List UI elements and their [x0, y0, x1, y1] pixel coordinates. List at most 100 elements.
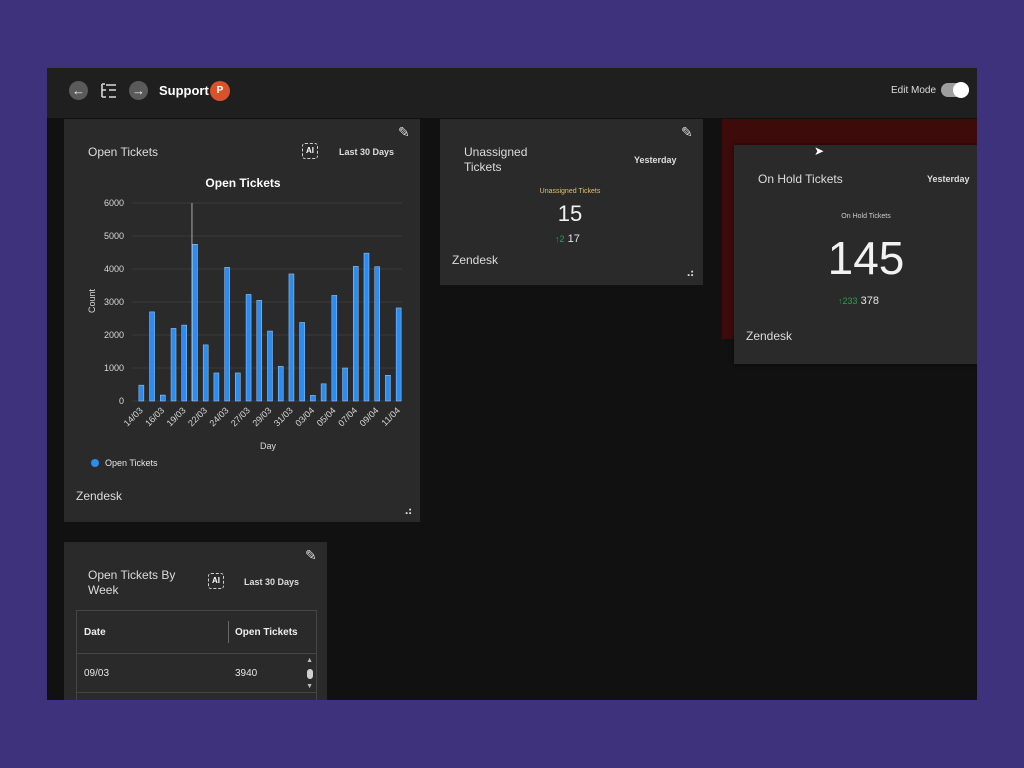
forward-button[interactable]: →: [129, 81, 148, 100]
metric-change: ↑233 378: [838, 295, 879, 307]
bar[interactable]: [342, 367, 348, 402]
row-divider: [77, 692, 316, 693]
bar[interactable]: [235, 372, 241, 402]
page-title: Support: [159, 83, 209, 98]
change-delta: 2: [559, 234, 565, 244]
edit-pencil-icon[interactable]: ✎: [681, 124, 693, 141]
open-tickets-by-week-card[interactable]: ✎ Open Tickets By Week AI Last 30 Days D…: [64, 542, 327, 700]
y-tick-label: 3000: [104, 297, 124, 307]
header-divider: [77, 653, 316, 654]
y-tick-label: 1000: [104, 363, 124, 373]
tree-view-button[interactable]: [99, 81, 119, 101]
bar[interactable]: [331, 295, 338, 402]
legend-label[interactable]: Open Tickets: [105, 458, 158, 468]
scroll-down-icon[interactable]: ▼: [306, 683, 313, 690]
y-axis-label: Count: [87, 289, 97, 314]
y-tick-label: 4000: [104, 264, 124, 274]
source-label: Zendesk: [76, 489, 123, 503]
x-tick-label: 31/03: [272, 405, 295, 428]
powerpoint-export-button[interactable]: P: [210, 81, 230, 101]
scrollbar-thumb[interactable]: [307, 669, 313, 679]
y-tick-label: 5000: [104, 231, 124, 241]
bar[interactable]: [363, 252, 370, 402]
bar[interactable]: [288, 273, 295, 402]
bar[interactable]: [320, 383, 327, 402]
x-axis-label: Day: [260, 441, 277, 451]
open-tickets-card[interactable]: ✎ Open Tickets AI Last 30 Days Open Tick…: [64, 119, 420, 522]
on-hold-tickets-card[interactable]: On Hold Tickets Yesterday On Hold Ticket…: [734, 145, 977, 364]
ai-icon[interactable]: AI: [208, 573, 224, 589]
resize-handle-icon[interactable]: ⠴: [404, 504, 413, 518]
date-range-label[interactable]: Yesterday: [927, 174, 970, 184]
x-tick-label: 22/03: [186, 405, 209, 428]
x-tick-label: 27/03: [229, 405, 252, 428]
bar[interactable]: [310, 395, 316, 402]
table-cell-date: 09/03: [84, 668, 110, 679]
bar[interactable]: [213, 372, 220, 402]
metric-caption: On Hold Tickets: [841, 213, 891, 220]
card-title: On Hold Tickets: [758, 172, 843, 186]
metric-value: 15: [557, 201, 583, 226]
bar[interactable]: [192, 244, 198, 402]
x-tick-label: 07/04: [336, 405, 359, 428]
column-header-open-tickets[interactable]: Open Tickets: [235, 627, 298, 638]
powerpoint-icon: P: [216, 85, 224, 96]
column-header-date[interactable]: Date: [84, 627, 106, 638]
bar[interactable]: [170, 328, 177, 402]
metric-caption: Unassigned Tickets: [539, 188, 601, 195]
unassigned-tickets-card[interactable]: ✎ Unassigned Tickets Yesterday Unassigne…: [440, 119, 703, 285]
bar[interactable]: [245, 294, 252, 402]
x-tick-label: 24/03: [208, 405, 231, 428]
bar[interactable]: [395, 307, 402, 402]
toggle-knob: [953, 82, 969, 98]
source-label: Zendesk: [746, 329, 793, 343]
y-tick-label: 2000: [104, 330, 124, 340]
x-tick-label: 29/03: [250, 405, 273, 428]
table-cell-count: 3940: [235, 668, 258, 679]
date-range-label[interactable]: Yesterday: [634, 155, 677, 165]
bar[interactable]: [138, 384, 145, 402]
y-tick-label: 6000: [104, 198, 124, 208]
weekly-table: Date Open Tickets 09/03 3940 ▲ ▼: [76, 610, 317, 700]
bar[interactable]: [202, 344, 209, 402]
arrow-left-icon: ←: [72, 83, 85, 98]
scroll-up-icon[interactable]: ▲: [306, 657, 313, 664]
x-tick-label: 14/03: [122, 405, 145, 428]
card-title: Unassigned Tickets: [464, 145, 528, 174]
legend-marker: [91, 459, 99, 467]
edit-mode-label: Edit Mode: [891, 85, 937, 96]
open-tickets-bar-chart: Open Tickets Count Day 0 1000 2000 3000 4000…: [87, 176, 403, 468]
column-divider[interactable]: [228, 621, 229, 643]
bar[interactable]: [353, 266, 359, 402]
y-tick-label: 0: [119, 396, 124, 406]
x-tick-label: 19/03: [165, 405, 188, 428]
metric-value: 145: [827, 232, 905, 284]
bar[interactable]: [299, 322, 305, 402]
bar[interactable]: [149, 311, 155, 402]
change-delta: 233: [842, 296, 858, 306]
card-title: Open Tickets By Week: [88, 568, 176, 597]
bar[interactable]: [267, 330, 273, 402]
mouse-cursor-icon: ➤: [814, 144, 825, 158]
bar[interactable]: [385, 375, 391, 402]
bar[interactable]: [160, 394, 166, 402]
bar[interactable]: [181, 324, 187, 402]
bar[interactable]: [374, 266, 380, 402]
bar[interactable]: [256, 300, 263, 402]
edit-pencil-icon[interactable]: ✎: [305, 547, 317, 564]
x-tick-label: 03/04: [293, 405, 316, 428]
top-bar: ← → Support P Edit Mode: [47, 68, 977, 118]
resize-handle-icon[interactable]: ⠴: [686, 266, 695, 280]
dashboard-app: ← → Support P Edit Mode ✎ Open Tickets A…: [47, 68, 977, 700]
previous-value: 17: [567, 233, 580, 245]
x-tick-label: 09/04: [358, 405, 381, 428]
edit-mode-toggle[interactable]: [941, 82, 969, 98]
previous-value: 378: [860, 295, 879, 307]
x-tick-label: 11/04: [380, 405, 403, 428]
metric-change: ↑2 17: [555, 233, 580, 245]
bar[interactable]: [277, 366, 284, 402]
back-button[interactable]: ←: [69, 81, 88, 100]
date-range-label[interactable]: Last 30 Days: [244, 577, 299, 587]
source-label: Zendesk: [452, 253, 499, 267]
bar[interactable]: [224, 267, 230, 402]
